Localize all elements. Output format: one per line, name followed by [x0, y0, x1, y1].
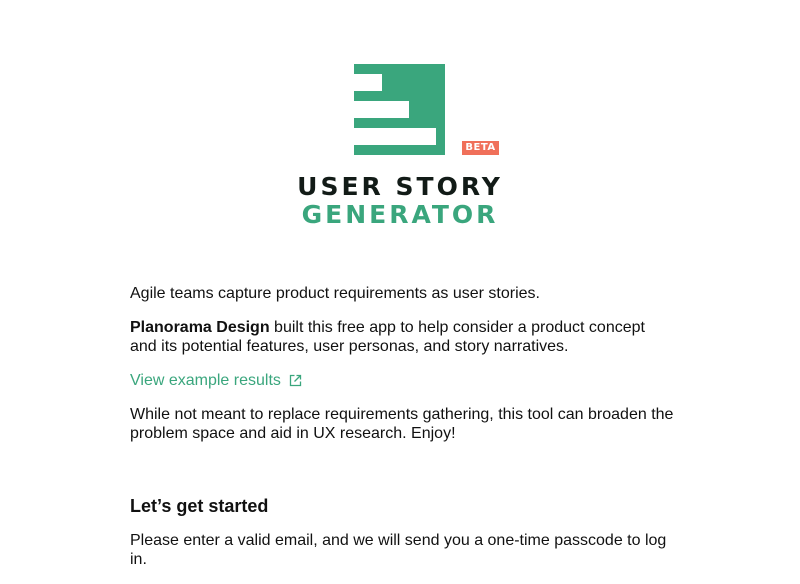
intro-line3: While not meant to replace requirements … — [130, 406, 674, 442]
logo-title-line1: USER STORY — [297, 172, 503, 201]
example-link-row: View example results — [130, 371, 675, 390]
intro-line2: Planorama Design built this free app to … — [130, 318, 675, 356]
beta-badge: BETA — [462, 141, 499, 155]
bars-logo-icon — [354, 64, 445, 155]
login-instructions: Please enter a valid email, and we will … — [130, 532, 667, 568]
view-example-results-link[interactable]: View example results — [130, 371, 302, 390]
intro-line1: Agile teams capture product requirements… — [130, 285, 540, 302]
main-content: Agile teams capture product requirements… — [130, 284, 675, 584]
external-link-icon — [289, 374, 302, 387]
section-title: Let’s get started — [130, 496, 269, 516]
app-logo: BETA USER STORY GENERATOR — [296, 64, 506, 229]
company-name: Planorama Design — [130, 319, 270, 336]
view-example-results-label: View example results — [130, 372, 281, 389]
logo-title-line2: GENERATOR — [301, 200, 499, 229]
